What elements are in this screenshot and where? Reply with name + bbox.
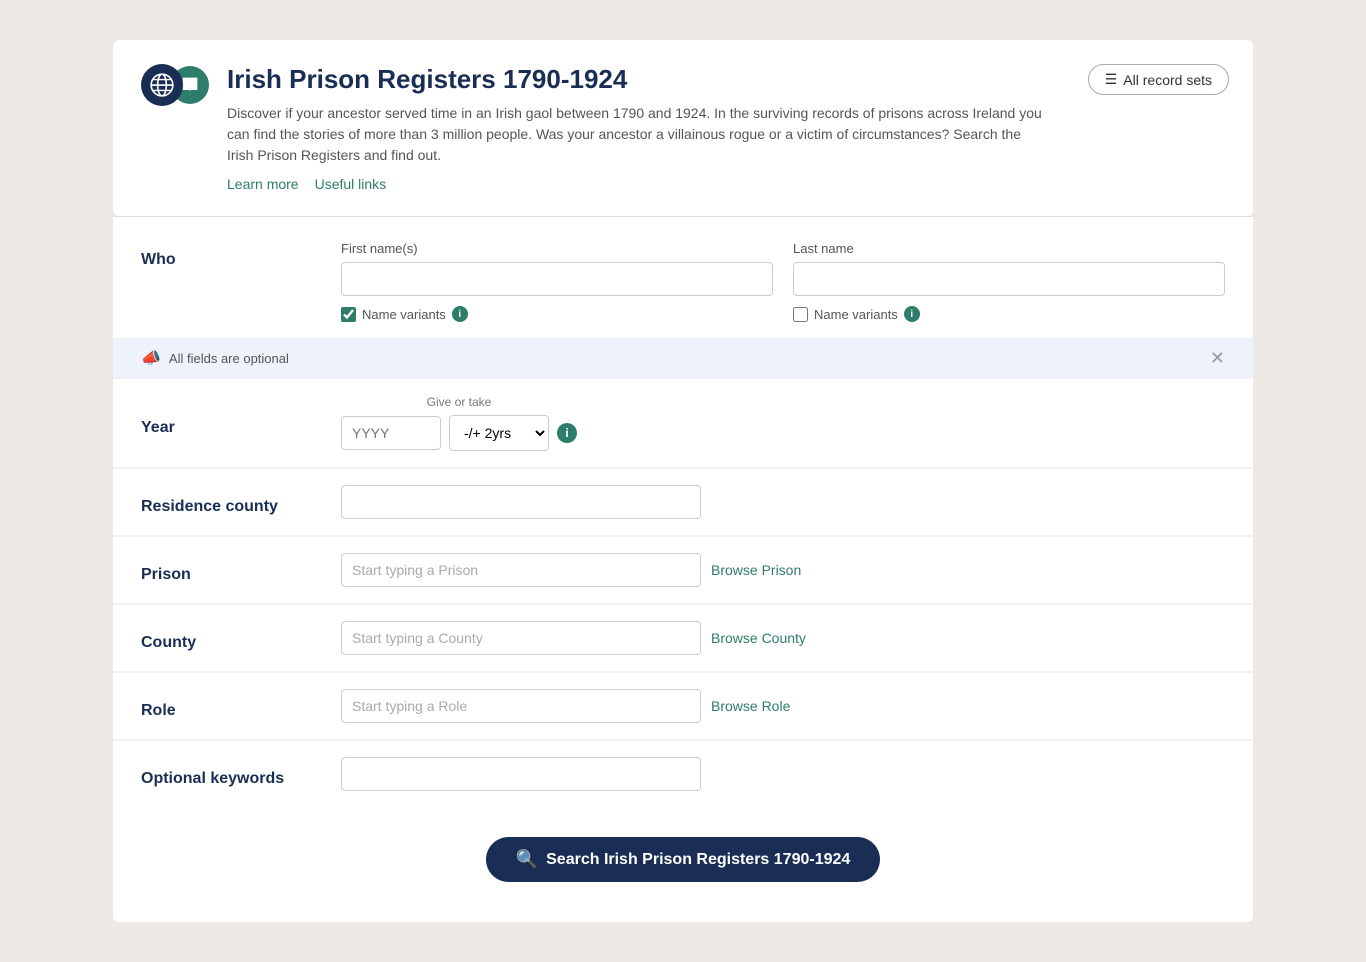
year-input[interactable] <box>341 416 441 450</box>
last-name-variants-info-icon[interactable]: i <box>904 306 920 322</box>
browse-county-link[interactable]: Browse County <box>711 630 806 646</box>
learn-more-link[interactable]: Learn more <box>227 176 299 192</box>
role-group: Browse Role <box>341 689 1225 723</box>
year-label: Year <box>141 409 321 437</box>
county-group: Browse County <box>341 621 1225 655</box>
search-card: Who First name(s) Name variants i Last n… <box>113 216 1253 922</box>
first-name-input[interactable] <box>341 262 773 296</box>
last-name-label: Last name <box>793 241 1225 256</box>
name-fields: First name(s) Name variants i Last name … <box>341 241 1225 322</box>
who-label: Who <box>141 241 321 269</box>
header-card: Irish Prison Registers 1790-1924 Discove… <box>113 40 1253 216</box>
residence-section: Residence county <box>113 468 1253 535</box>
optional-keywords-section: Optional keywords <box>113 740 1253 807</box>
give-take-select[interactable]: -/+ 1yr -/+ 2yrs -/+ 5yrs -/+ 10yrs Exac… <box>449 415 549 451</box>
first-name-label: First name(s) <box>341 241 773 256</box>
search-button-label: Search Irish Prison Registers 1790-1924 <box>546 851 850 869</box>
notice-bar: 📣 All fields are optional ✕ <box>113 338 1253 378</box>
role-label: Role <box>141 692 321 720</box>
main-container: Irish Prison Registers 1790-1924 Discove… <box>113 40 1253 922</box>
residence-input[interactable] <box>341 485 701 519</box>
year-section: Year Give or take -/+ 1yr -/+ 2yrs -/+ 5… <box>113 378 1253 467</box>
role-input[interactable] <box>341 689 701 723</box>
megaphone-icon: 📣 <box>141 348 161 368</box>
search-icon: 🔍 <box>516 849 538 870</box>
globe-icon <box>141 64 183 106</box>
prison-group: Browse Prison <box>341 553 1225 587</box>
last-name-variants: Name variants i <box>793 306 1225 322</box>
notice-left: 📣 All fields are optional <box>141 348 289 368</box>
first-name-variants-label: Name variants <box>362 307 446 322</box>
last-name-variants-checkbox[interactable] <box>793 307 808 322</box>
first-name-group: First name(s) Name variants i <box>341 241 773 322</box>
all-record-sets-button[interactable]: ☰ All record sets <box>1088 64 1229 95</box>
give-or-take-label: Give or take <box>341 395 577 409</box>
year-give-take: -/+ 1yr -/+ 2yrs -/+ 5yrs -/+ 10yrs Exac… <box>341 415 577 451</box>
optional-keywords-label: Optional keywords <box>141 760 321 788</box>
optional-keywords-input[interactable] <box>341 757 701 791</box>
county-label: County <box>141 624 321 652</box>
last-name-variants-label: Name variants <box>814 307 898 322</box>
search-button-container: 🔍 Search Irish Prison Registers 1790-192… <box>113 807 1253 902</box>
all-record-sets-label: All record sets <box>1123 72 1212 88</box>
search-button[interactable]: 🔍 Search Irish Prison Registers 1790-192… <box>486 837 881 882</box>
county-input[interactable] <box>341 621 701 655</box>
notice-text: All fields are optional <box>169 351 289 366</box>
residence-label: Residence county <box>141 488 321 516</box>
prison-label: Prison <box>141 556 321 584</box>
browse-role-link[interactable]: Browse Role <box>711 698 790 714</box>
prison-input[interactable] <box>341 553 701 587</box>
useful-links-link[interactable]: Useful links <box>315 176 387 192</box>
page-title: Irish Prison Registers 1790-1924 <box>227 64 1225 95</box>
prison-section: Prison Browse Prison <box>113 536 1253 603</box>
browse-prison-link[interactable]: Browse Prison <box>711 562 801 578</box>
header-links: Learn more Useful links <box>227 176 1225 192</box>
year-group: Give or take -/+ 1yr -/+ 2yrs -/+ 5yrs -… <box>341 395 577 451</box>
close-notice-button[interactable]: ✕ <box>1210 349 1225 367</box>
year-info-icon[interactable]: i <box>557 423 577 443</box>
county-section: County Browse County <box>113 604 1253 671</box>
last-name-group: Last name Name variants i <box>793 241 1225 322</box>
header-description: Discover if your ancestor served time in… <box>227 103 1047 166</box>
header-icons <box>141 64 209 106</box>
first-name-variants-checkbox[interactable] <box>341 307 356 322</box>
who-section: Who First name(s) Name variants i Last n… <box>113 217 1253 338</box>
list-icon: ☰ <box>1105 71 1118 88</box>
first-name-variants: Name variants i <box>341 306 773 322</box>
first-name-variants-info-icon[interactable]: i <box>452 306 468 322</box>
role-section: Role Browse Role <box>113 672 1253 739</box>
header-content: Irish Prison Registers 1790-1924 Discove… <box>227 64 1225 192</box>
last-name-input[interactable] <box>793 262 1225 296</box>
